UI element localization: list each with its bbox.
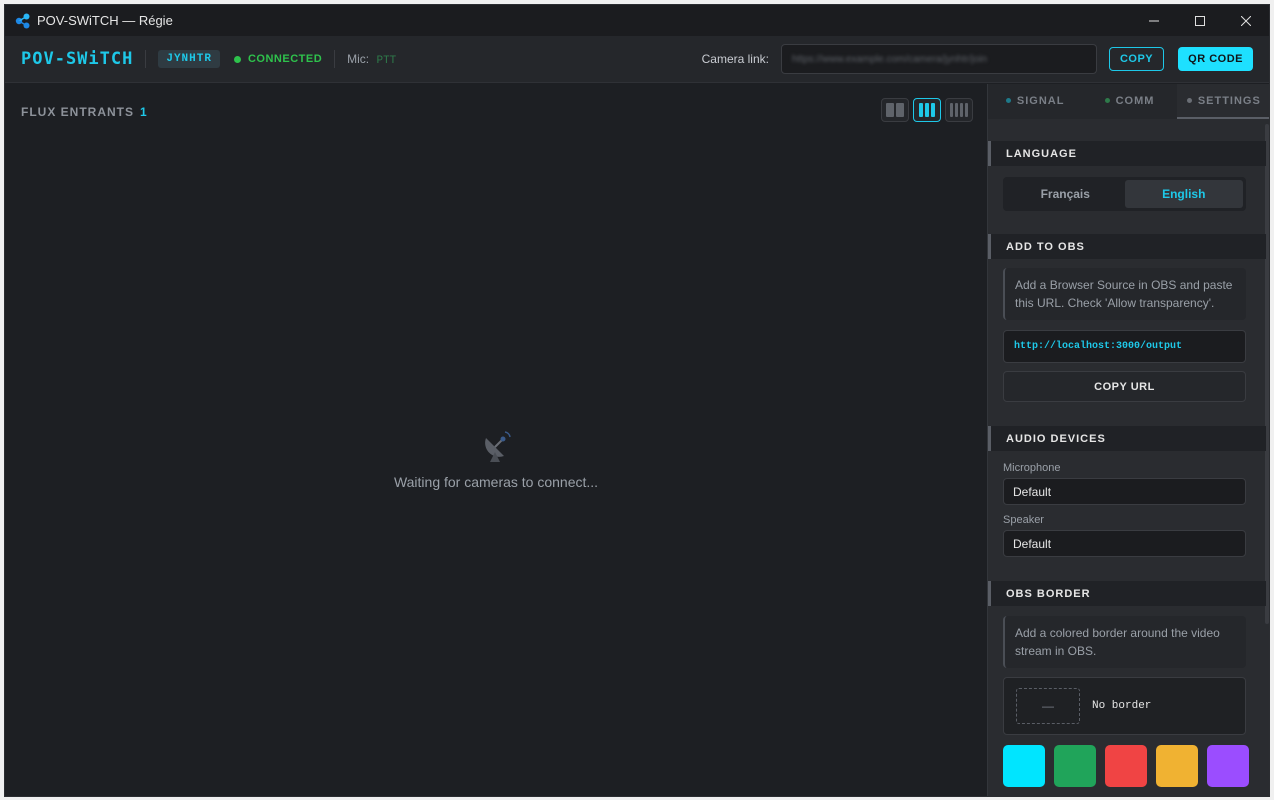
color-swatch-purple[interactable] (1207, 745, 1249, 787)
tab-settings[interactable]: SETTINGS (1176, 84, 1269, 119)
microphone-label: Microphone (1003, 462, 1061, 474)
qr-code-button[interactable]: QR CODE (1178, 47, 1253, 71)
close-icon (1241, 15, 1251, 26)
language-toggle: Français English (1003, 177, 1246, 211)
layout-4-columns-icon (950, 103, 953, 117)
border-preview: — No border (1003, 677, 1246, 735)
connection-status: CONNECTED (233, 53, 323, 65)
language-section-title: LANGUAGE (988, 141, 1266, 166)
camera-link-label: Camera link: (701, 52, 769, 66)
flux-label: FLUX ENTRANTS (21, 105, 134, 119)
copy-link-button[interactable]: COPY (1108, 47, 1165, 71)
layout-column (896, 103, 904, 117)
color-swatch-red[interactable] (1105, 745, 1147, 787)
title-bar: POV-SWiTCH — Régie (5, 5, 1269, 36)
app-window: POV-SWiTCH — Régie POV-SWiTCH JYNHTR CON… (4, 4, 1270, 797)
layout-column (925, 103, 929, 117)
border-preview-label: No border (1092, 700, 1152, 712)
border-color-swatches (1003, 745, 1249, 787)
settings-sidebar: SIGNAL COMM SETTINGS LANGUAGE Français E… (987, 84, 1269, 796)
border-info-text: Add a colored border around the video st… (1003, 616, 1246, 668)
status-label: CONNECTED (247, 53, 323, 65)
mic-label: Mic: (347, 51, 370, 66)
language-option-french[interactable]: Français (1006, 180, 1125, 208)
copy-url-button[interactable]: COPY URL (1003, 371, 1246, 402)
layout-3-columns-button[interactable] (913, 98, 941, 122)
minimize-icon (1149, 20, 1159, 21)
empty-state-text: Waiting for cameras to connect... (393, 474, 599, 490)
camera-link-field[interactable]: https://www.example.com/camera/jynhtr/jo… (780, 44, 1097, 74)
flux-count: 1 (140, 105, 148, 119)
room-code-badge[interactable]: JYNHTR (158, 50, 220, 68)
divider (334, 50, 336, 68)
layout-column (931, 103, 935, 117)
border-section-title: OBS BORDER (988, 581, 1266, 606)
app-header: POV-SWiTCH JYNHTR CONNECTED Mic: PTT Cam… (5, 36, 1269, 83)
layout-2-columns-button[interactable] (881, 98, 909, 122)
minimize-button[interactable] (1131, 5, 1177, 36)
layout-column (960, 103, 963, 117)
mic-mode: PTT (376, 54, 397, 67)
border-preview-box: — (1016, 688, 1080, 724)
layout-3-columns-icon (919, 103, 923, 117)
tab-comm[interactable]: COMM (1082, 84, 1176, 119)
close-button[interactable] (1223, 5, 1269, 36)
layout-switcher (881, 98, 973, 122)
window-title: POV-SWiTCH — Régie (37, 13, 173, 28)
audio-section-title: AUDIO DEVICES (988, 426, 1266, 451)
obs-info-text: Add a Browser Source in OBS and paste th… (1003, 268, 1246, 320)
sidebar-scrollbar[interactable] (1265, 124, 1269, 624)
camera-link-value: https://www.example.com/camera/jynhtr/jo… (791, 53, 988, 65)
tab-signal-dot-icon (1005, 98, 1011, 103)
microphone-select[interactable]: Default (1003, 478, 1246, 505)
tab-label: SETTINGS (1197, 94, 1261, 107)
satellite-dish-icon (485, 431, 511, 462)
tab-comm-dot-icon (1104, 98, 1110, 103)
tab-label: SIGNAL (1016, 94, 1065, 107)
app-logo-icon (15, 13, 30, 28)
tab-signal[interactable]: SIGNAL (988, 84, 1082, 119)
layout-column (955, 103, 958, 117)
color-swatch-green[interactable] (1054, 745, 1096, 787)
obs-section-title: ADD TO OBS (988, 234, 1266, 259)
tab-settings-dot-icon (1186, 98, 1192, 103)
incoming-streams-label: FLUX ENTRANTS 1 (21, 105, 148, 119)
layout-4-columns-button[interactable] (945, 98, 973, 122)
tab-label: COMM (1115, 94, 1155, 107)
mic-indicator[interactable]: Mic: PTT (347, 52, 396, 67)
layout-column (965, 103, 968, 117)
main-area: FLUX ENTRANTS 1 Waiting for cameras to co… (5, 84, 987, 796)
color-swatch-yellow[interactable] (1156, 745, 1198, 787)
color-swatch-cyan[interactable] (1003, 745, 1045, 787)
status-dot-icon (233, 55, 241, 63)
obs-url-field[interactable]: http://localhost:3000/output (1003, 330, 1246, 363)
empty-state: Waiting for cameras to connect... (5, 428, 987, 490)
maximize-icon (1195, 15, 1205, 26)
divider (145, 50, 147, 68)
speaker-label: Speaker (1003, 514, 1044, 526)
speaker-select[interactable]: Default (1003, 530, 1246, 557)
sidebar-tabs: SIGNAL COMM SETTINGS (988, 84, 1269, 119)
language-option-english[interactable]: English (1124, 180, 1243, 208)
layout-2-columns-icon (886, 103, 894, 117)
maximize-button[interactable] (1177, 5, 1223, 36)
brand-logo: POV-SWiTCH (21, 49, 134, 69)
